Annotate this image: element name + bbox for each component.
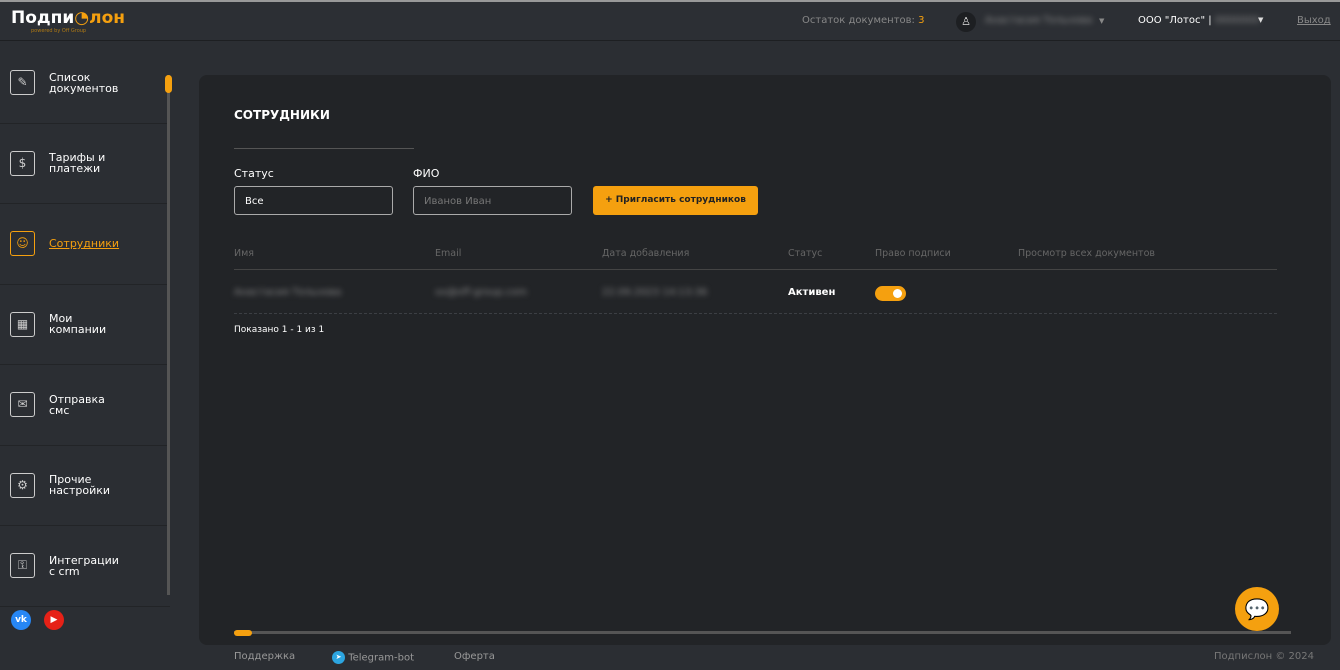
sidebar-item-label: Список документов: [49, 70, 119, 95]
sidebar-item-sms[interactable]: ✉ Отправка смс: [0, 365, 170, 446]
support-link[interactable]: Поддержка: [234, 651, 295, 662]
logo-text-2: лон: [89, 8, 126, 28]
status-select[interactable]: Все: [234, 186, 393, 215]
sidebar-item-label: Мои компании: [49, 312, 107, 337]
chat-icon[interactable]: 💬: [1235, 587, 1279, 631]
logo[interactable]: Подпи◔лон powered by Off Group: [11, 8, 125, 34]
org-name: ООО "Лотос" |: [1138, 15, 1212, 26]
employees-panel: СОТРУДНИКИ Статус ФИО Все Иванов Иван + …: [199, 75, 1331, 645]
column-header-email: Email: [435, 248, 462, 259]
logo-sub: powered by Off Group: [31, 28, 87, 34]
sidebar-item-tariffs[interactable]: $ Тарифы и платежи: [0, 124, 170, 204]
offer-link[interactable]: Оферта: [454, 651, 495, 662]
employees-icon: ☺: [10, 231, 35, 257]
cell-name: Анастасия Тельнова: [234, 287, 342, 298]
chevron-down-icon[interactable]: ▼: [1258, 16, 1263, 24]
sidebar-item-settings[interactable]: ⚙ Прочие настройки: [0, 446, 170, 526]
docs-label: Остаток документов:: [802, 15, 915, 26]
fio-label: ФИО: [413, 167, 440, 180]
sidebar-item-label: Интеграции с crm: [49, 553, 119, 578]
sign-right-toggle[interactable]: [875, 286, 906, 301]
tariff-icon: $: [10, 150, 35, 176]
logout-link[interactable]: Выход: [1297, 15, 1331, 26]
org-selector[interactable]: ООО "Лотос" | 0000000: [1138, 15, 1259, 26]
column-header-name: Имя: [234, 248, 254, 259]
status-label: Статус: [234, 167, 274, 180]
sms-icon: ✉: [10, 392, 35, 418]
sidebar-item-documents[interactable]: ✎ Список документов: [0, 43, 170, 124]
telegram-label: Telegram-bot: [348, 652, 415, 664]
row-divider: [234, 313, 1277, 314]
chevron-down-icon[interactable]: ▼: [1099, 17, 1104, 25]
page-title: СОТРУДНИКИ: [234, 108, 330, 122]
header-divider: [234, 269, 1277, 270]
sidebar: ✎ Список документов $ Тарифы и платежи ☺ Со…: [0, 43, 170, 643]
docs-count: 3: [918, 15, 925, 26]
vk-icon[interactable]: vk: [11, 610, 31, 630]
horizontal-scrollbar[interactable]: [234, 631, 1291, 634]
title-divider: [234, 148, 414, 149]
telegram-icon: ➤: [332, 651, 345, 664]
logo-text: Подпи: [11, 8, 75, 28]
docs-remaining: Остаток документов: 3: [802, 15, 924, 26]
companies-icon: ▦: [10, 311, 35, 337]
cell-status: Активен: [788, 287, 836, 298]
sidebar-scrollbar[interactable]: [167, 75, 170, 595]
user-icon[interactable]: ♙: [956, 12, 976, 32]
pagination-info: Показано 1 - 1 из 1: [234, 325, 325, 335]
fio-input[interactable]: Иванов Иван: [413, 186, 572, 215]
sidebar-item-employees[interactable]: ☺ Сотрудники: [0, 204, 170, 285]
invite-employees-button[interactable]: + Пригласить сотрудников: [593, 186, 758, 215]
cell-date: 22.09.2023 14:13:36: [602, 287, 708, 298]
logo-mark: ◔: [74, 8, 90, 28]
youtube-icon[interactable]: ▶: [44, 610, 64, 630]
column-header-date: Дата добавления: [602, 248, 690, 259]
telegram-bot-link[interactable]: ➤ Telegram-bot: [332, 651, 414, 664]
sidebar-item-label: Отправка смс: [49, 392, 105, 417]
column-header-view-all: Просмотр всех документов: [1018, 248, 1155, 259]
crm-icon: ⚿: [10, 553, 35, 579]
sidebar-item-label: Тарифы и платежи: [49, 151, 106, 176]
column-header-sign-right: Право подписи: [875, 248, 951, 259]
horizontal-scroll-thumb[interactable]: [234, 630, 252, 636]
sidebar-item-crm[interactable]: ⚿ Интеграции с crm: [0, 526, 170, 607]
sidebar-item-label: Сотрудники: [49, 237, 120, 251]
sidebar-item-label: Прочие настройки: [49, 473, 111, 498]
document-sign-icon: ✎: [10, 70, 35, 96]
column-header-status: Статус: [788, 248, 823, 259]
toggle-knob: [893, 289, 902, 298]
sidebar-scroll-thumb[interactable]: [165, 75, 172, 93]
user-name[interactable]: Анастасия Тельнова: [985, 15, 1092, 26]
copyright: Подпислон © 2024: [1214, 651, 1314, 662]
sidebar-item-companies[interactable]: ▦ Мои компании: [0, 285, 170, 365]
org-inn: 0000000: [1214, 15, 1260, 26]
settings-icon: ⚙: [10, 472, 35, 498]
cell-email: xx@off-group.com: [435, 287, 528, 298]
top-bar: Подпи◔лон powered by Off Group Остаток до…: [0, 0, 1340, 41]
